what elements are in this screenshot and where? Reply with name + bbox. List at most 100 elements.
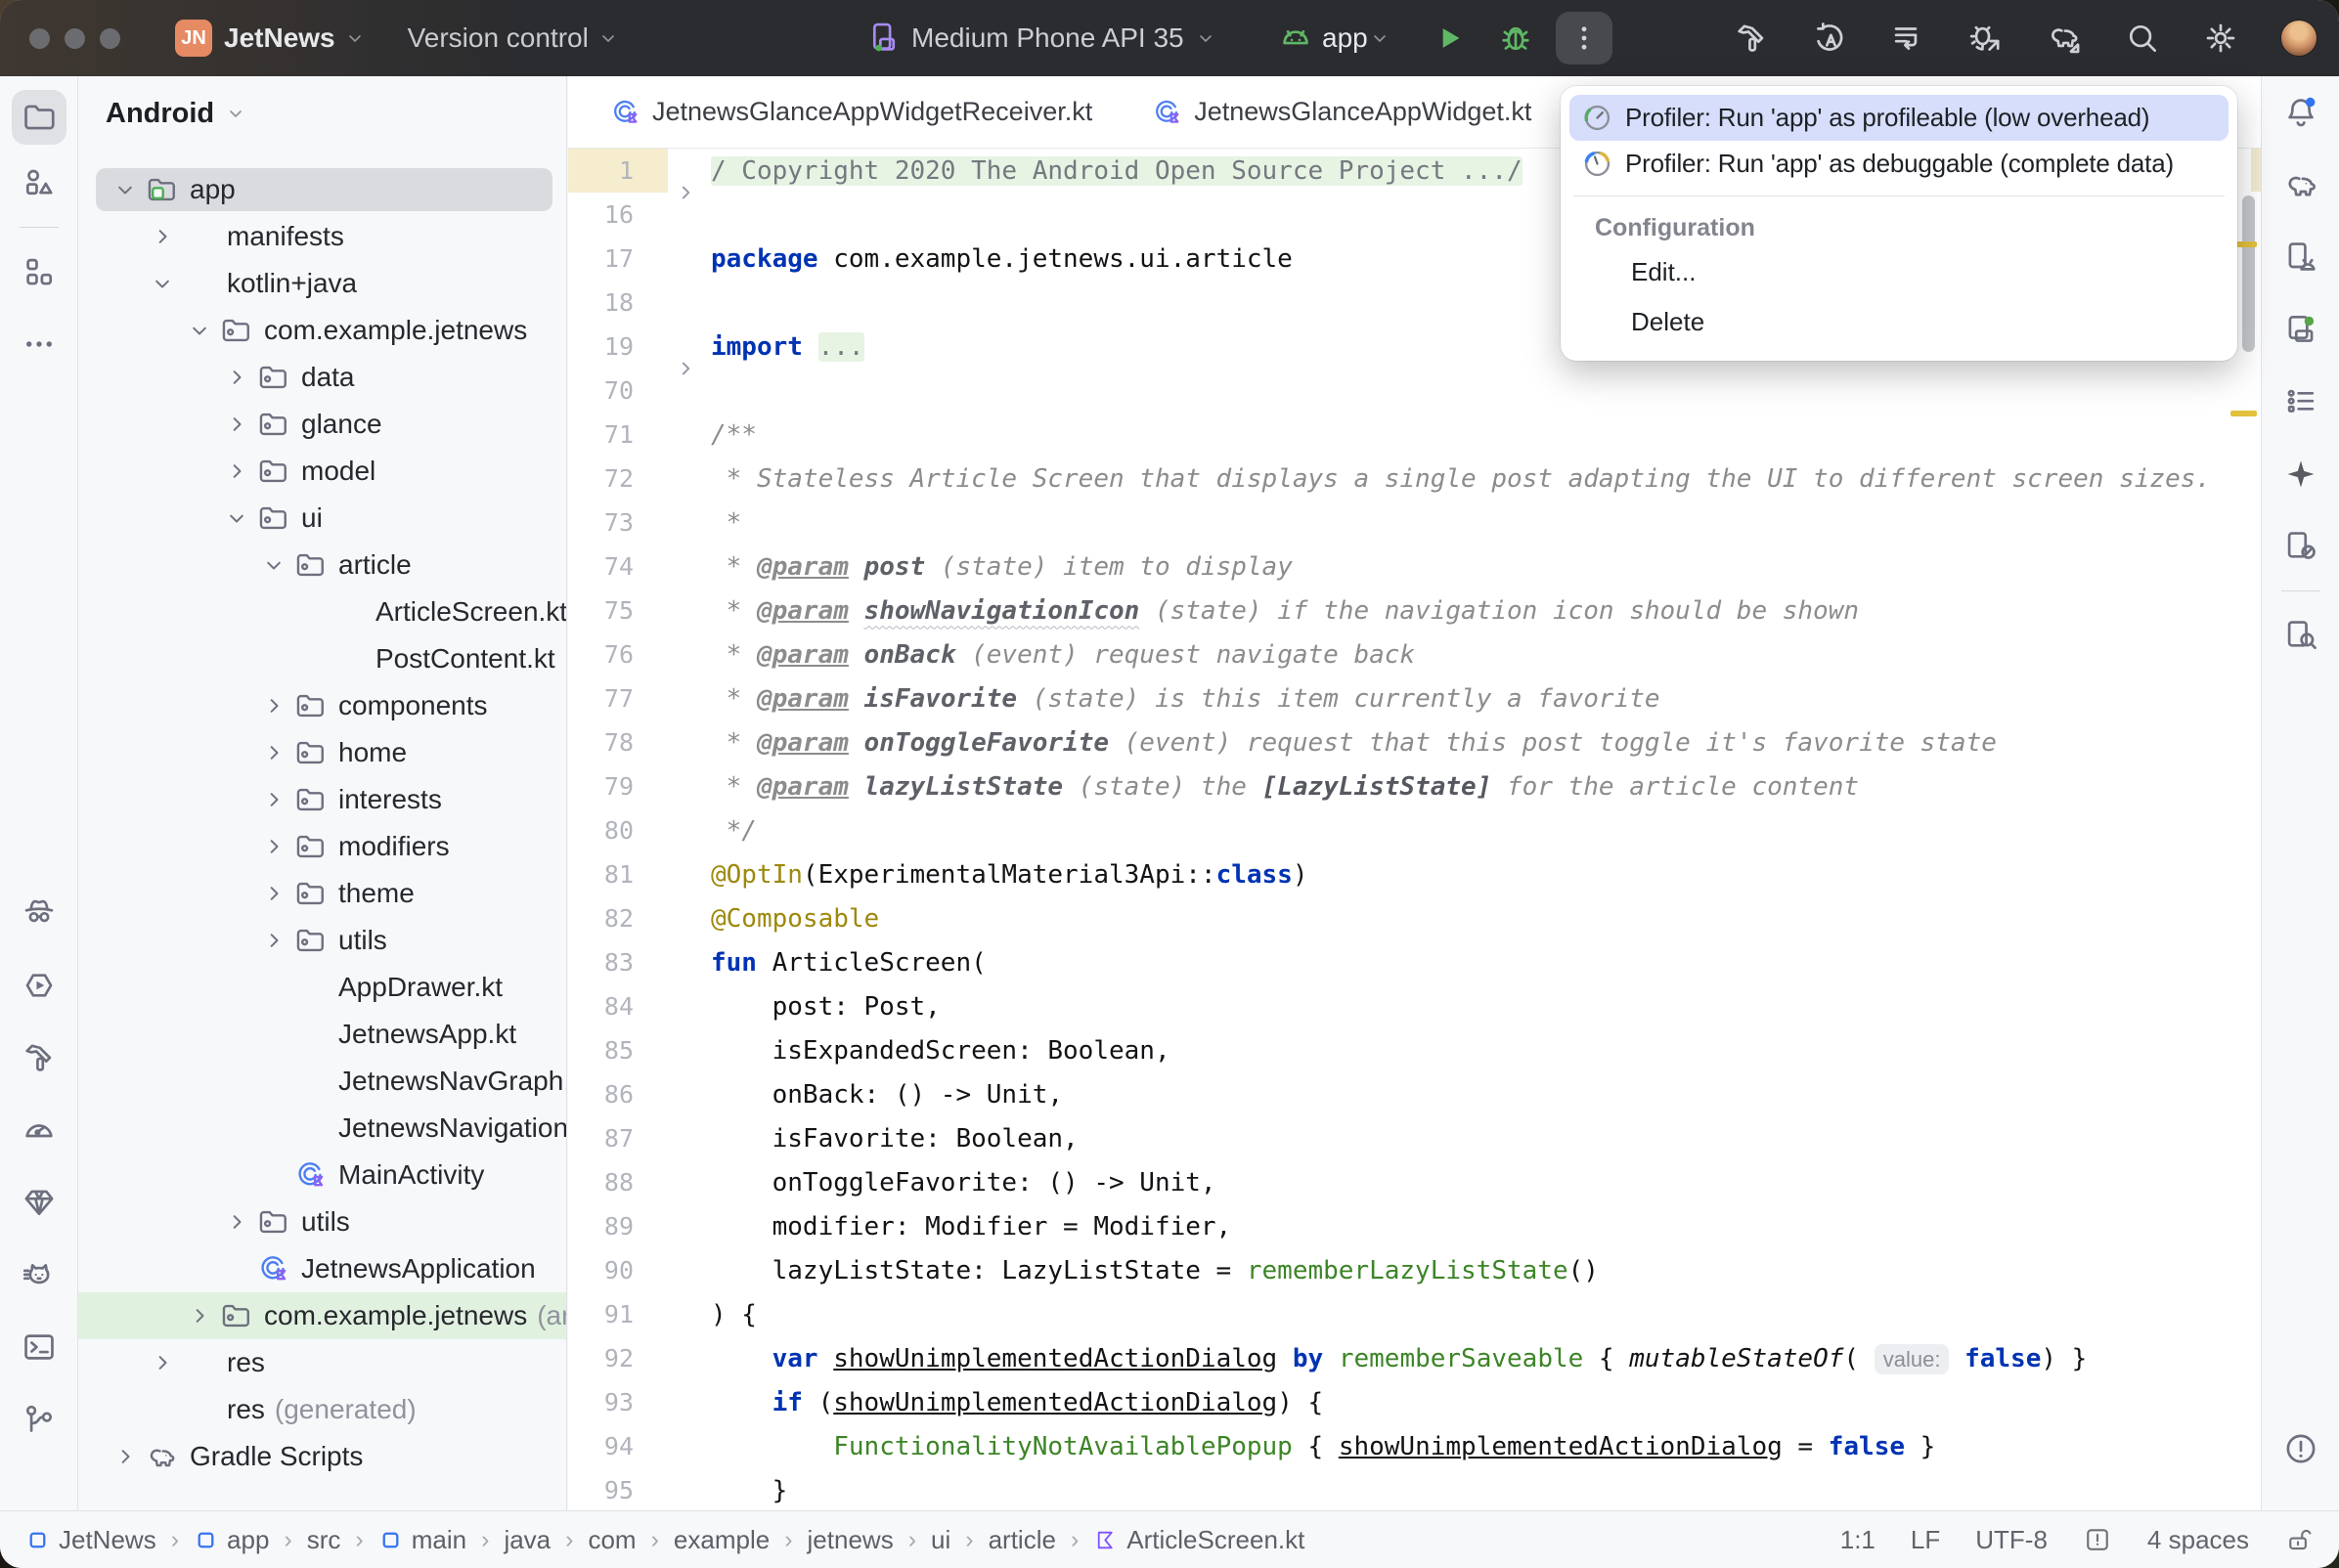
tree-row-appdrawer-kt[interactable]: AppDrawer.kt xyxy=(78,964,566,1011)
more-run-options-button[interactable] xyxy=(1556,12,1612,65)
run-config-label[interactable]: app xyxy=(1322,22,1368,54)
fold-chevron-icon[interactable] xyxy=(673,356,698,381)
version-control-toolwindow-button[interactable] xyxy=(21,1401,58,1438)
line-separator[interactable]: LF xyxy=(1911,1525,1940,1555)
selected-tool-highlight[interactable] xyxy=(12,90,66,145)
device-selector[interactable]: Medium Phone API 35 xyxy=(864,20,1217,57)
breadcrumb-item-ui[interactable]: ui xyxy=(931,1525,950,1555)
app-quality-insights-toolwindow-button[interactable] xyxy=(21,894,58,932)
warning-stripe-mark[interactable] xyxy=(2230,411,2257,416)
tree-row-com-example-jetnews[interactable]: com.example.jetnews xyxy=(78,307,566,354)
chevron-right-icon[interactable] xyxy=(217,364,256,391)
fold-chevron-icon[interactable] xyxy=(673,180,698,205)
chevron-right-icon[interactable] xyxy=(217,457,256,485)
app-inspection-toolwindow-button[interactable] xyxy=(21,1184,58,1221)
project-view-selector[interactable]: Android xyxy=(78,76,566,166)
resource-manager-toolwindow-button[interactable] xyxy=(21,164,58,201)
project-toolwindow-button[interactable] xyxy=(21,99,58,136)
logcat-toolwindow-button[interactable] xyxy=(21,1256,58,1293)
chevron-down-icon[interactable] xyxy=(217,504,256,532)
popup-item-2[interactable]: Profiler: Run 'app' as debuggable (compl… xyxy=(1569,141,2229,187)
chevron-right-icon[interactable] xyxy=(143,1349,182,1376)
indent-style[interactable]: 4 spaces xyxy=(2147,1525,2249,1555)
attach-debugger-icon[interactable] xyxy=(1967,20,2005,57)
chevron-down-icon[interactable] xyxy=(180,317,219,344)
device-mirroring-toolwindow-button[interactable] xyxy=(2282,528,2319,565)
tree-row-res[interactable]: res xyxy=(78,1339,566,1386)
tree-row-manifests[interactable]: manifests xyxy=(78,213,566,260)
tree-row-articlescreen-kt[interactable]: ArticleScreen.kt xyxy=(78,588,566,635)
project-widget[interactable]: JetNews xyxy=(224,22,367,54)
tree-row-modifiers[interactable]: modifiers xyxy=(78,823,566,870)
tree-row-utils[interactable]: utils xyxy=(78,1198,566,1245)
tree-row-jetnewsnavgraph-[interactable]: JetnewsNavGraph. xyxy=(78,1058,566,1105)
profiler-sessions-icon[interactable] xyxy=(1889,20,1926,57)
breadcrumb-item-jetnews[interactable]: jetnews xyxy=(808,1525,894,1555)
inspections-widget[interactable] xyxy=(2083,1525,2112,1554)
breadcrumb-item-jetnews[interactable]: JetNews xyxy=(25,1525,156,1555)
breadcrumb-item-example[interactable]: example xyxy=(674,1525,770,1555)
chevron-down-icon[interactable] xyxy=(1368,26,1391,50)
tree-row-app[interactable]: app xyxy=(78,166,566,213)
caret-position[interactable]: 1:1 xyxy=(1840,1525,1876,1555)
device-manager-toolwindow-button[interactable] xyxy=(2282,239,2319,276)
breadcrumb-item-src[interactable]: src xyxy=(307,1525,341,1555)
run-button[interactable] xyxy=(1431,20,1468,57)
chevron-down-icon[interactable] xyxy=(106,176,145,203)
problems-toolwindow-button[interactable] xyxy=(2282,1430,2319,1467)
editor-tab-jetnewsglanceappwidget-kt[interactable]: JetnewsGlanceAppWidget.kt xyxy=(1122,76,1561,148)
popup-item-1[interactable]: Profiler: Run 'app' as profileable (low … xyxy=(1569,95,2229,141)
debug-button[interactable] xyxy=(1497,20,1534,57)
editor-scrollbar[interactable] xyxy=(2242,196,2255,352)
tree-row-utils[interactable]: utils xyxy=(78,917,566,964)
tree-row-theme[interactable]: theme xyxy=(78,870,566,917)
tree-row-glance[interactable]: glance xyxy=(78,401,566,448)
tree-row-model[interactable]: model xyxy=(78,448,566,495)
structure-toolwindow-button[interactable] xyxy=(21,253,58,290)
zoom-window-button[interactable] xyxy=(100,28,120,49)
breadcrumb-item-main[interactable]: main xyxy=(378,1525,466,1555)
tree-row-jetnewsapplication[interactable]: JetnewsApplication xyxy=(78,1245,566,1292)
terminal-toolwindow-button[interactable] xyxy=(21,1328,58,1366)
settings-icon[interactable] xyxy=(2202,20,2239,57)
file-encoding[interactable]: UTF-8 xyxy=(1975,1525,2048,1555)
gemini-toolwindow-button[interactable] xyxy=(2282,456,2319,493)
tree-row-gradle-scripts[interactable]: Gradle Scripts xyxy=(78,1433,566,1480)
chevron-down-icon[interactable] xyxy=(254,551,293,579)
gradle-toolwindow-button[interactable] xyxy=(2282,166,2319,203)
chevron-right-icon[interactable] xyxy=(254,786,293,813)
chevron-right-icon[interactable] xyxy=(217,411,256,438)
close-window-button[interactable] xyxy=(29,28,50,49)
breadcrumb-item-article[interactable]: article xyxy=(989,1525,1056,1555)
device-explorer-toolwindow-button[interactable] xyxy=(2282,617,2319,654)
build-icon[interactable] xyxy=(1733,20,1770,57)
notifications-toolwindow-button[interactable] xyxy=(2282,94,2319,131)
chevron-right-icon[interactable] xyxy=(180,1302,219,1329)
tree-row-res[interactable]: res(generated) xyxy=(78,1386,566,1433)
tree-row-data[interactable]: data xyxy=(78,354,566,401)
minimize-window-button[interactable] xyxy=(65,28,85,49)
user-avatar[interactable] xyxy=(2280,20,2317,57)
chevron-right-icon[interactable] xyxy=(254,739,293,766)
breadcrumb-item-articlescreen-kt[interactable]: ArticleScreen.kt xyxy=(1093,1525,1304,1555)
gradle-sync-icon[interactable] xyxy=(2046,20,2083,57)
chevron-down-icon[interactable] xyxy=(143,270,182,297)
running-devices-tool-button[interactable] xyxy=(2282,311,2319,348)
build-toolwindow-button[interactable] xyxy=(21,1039,58,1076)
popup-action-delete[interactable]: Delete xyxy=(1569,297,2229,347)
tree-row-article[interactable]: article xyxy=(78,542,566,588)
editor-tab-jetnewsglanceappwidgetreceiver-kt[interactable]: JetnewsGlanceAppWidgetReceiver.kt xyxy=(580,76,1122,148)
tree-row-ui[interactable]: ui xyxy=(78,495,566,542)
profiler-toolwindow-button[interactable] xyxy=(21,1111,58,1149)
popup-action-edit[interactable]: Edit... xyxy=(1569,247,2229,297)
tree-row-home[interactable]: home xyxy=(78,729,566,776)
more-tool-windows-button[interactable] xyxy=(21,326,58,363)
chevron-right-icon[interactable] xyxy=(217,1208,256,1236)
search-everywhere-icon[interactable] xyxy=(2124,20,2161,57)
breadcrumb-item-app[interactable]: app xyxy=(194,1525,269,1555)
tree-row-components[interactable]: components xyxy=(78,682,566,729)
vcs-widget[interactable]: Version control xyxy=(408,22,620,54)
ai-actions-icon[interactable] xyxy=(1811,20,1848,57)
tree-row-jetnewsnavigation[interactable]: JetnewsNavigation xyxy=(78,1105,566,1152)
breadcrumb-item-java[interactable]: java xyxy=(504,1525,551,1555)
